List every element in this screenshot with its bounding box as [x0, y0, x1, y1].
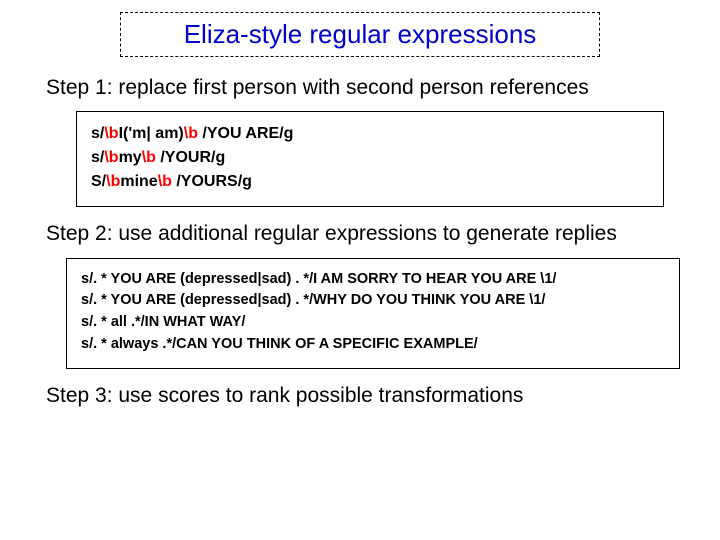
regex-line: s/\bI('m| am)\b /YOU ARE/g: [91, 122, 649, 146]
code-fragment: I('m| am): [119, 125, 184, 142]
code-fragment: S/: [91, 173, 106, 190]
code-fragment: s/: [91, 149, 104, 166]
regex-line: s/. * YOU ARE (depressed|sad) . */I AM S…: [81, 269, 665, 291]
escape-sequence: \b: [184, 125, 198, 142]
escape-sequence: \b: [106, 173, 120, 190]
step-2-text: Step 2: use additional regular expressio…: [46, 221, 684, 247]
regex-line: s/\bmy\b /YOUR/g: [91, 146, 649, 170]
regex-line: s/. * YOU ARE (depressed|sad) . */WHY DO…: [81, 290, 665, 312]
regex-line: s/. * all .*/IN WHAT WAY/: [81, 312, 665, 334]
escape-sequence: \b: [142, 149, 156, 166]
escape-sequence: \b: [158, 173, 172, 190]
escape-sequence: \b: [104, 149, 118, 166]
regex-block-1: s/\bI('m| am)\b /YOU ARE/g s/\bmy\b /YOU…: [76, 111, 664, 207]
regex-line: S/\bmine\b /YOURS/g: [91, 170, 649, 194]
code-fragment: /YOU ARE/g: [198, 125, 293, 142]
step-3-text: Step 3: use scores to rank possible tran…: [46, 383, 684, 409]
code-fragment: /YOURS/g: [172, 173, 252, 190]
escape-sequence: \b: [104, 125, 118, 142]
regex-line: s/. * always .*/CAN YOU THINK OF A SPECI…: [81, 334, 665, 356]
title-box: Eliza-style regular expressions: [120, 12, 600, 57]
code-fragment: /YOUR/g: [156, 149, 225, 166]
step-1-text: Step 1: replace first person with second…: [46, 75, 684, 101]
code-fragment: mine: [120, 173, 157, 190]
regex-block-2: s/. * YOU ARE (depressed|sad) . */I AM S…: [66, 258, 680, 369]
code-fragment: s/: [91, 125, 104, 142]
code-fragment: my: [119, 149, 142, 166]
slide-title: Eliza-style regular expressions: [184, 19, 537, 49]
